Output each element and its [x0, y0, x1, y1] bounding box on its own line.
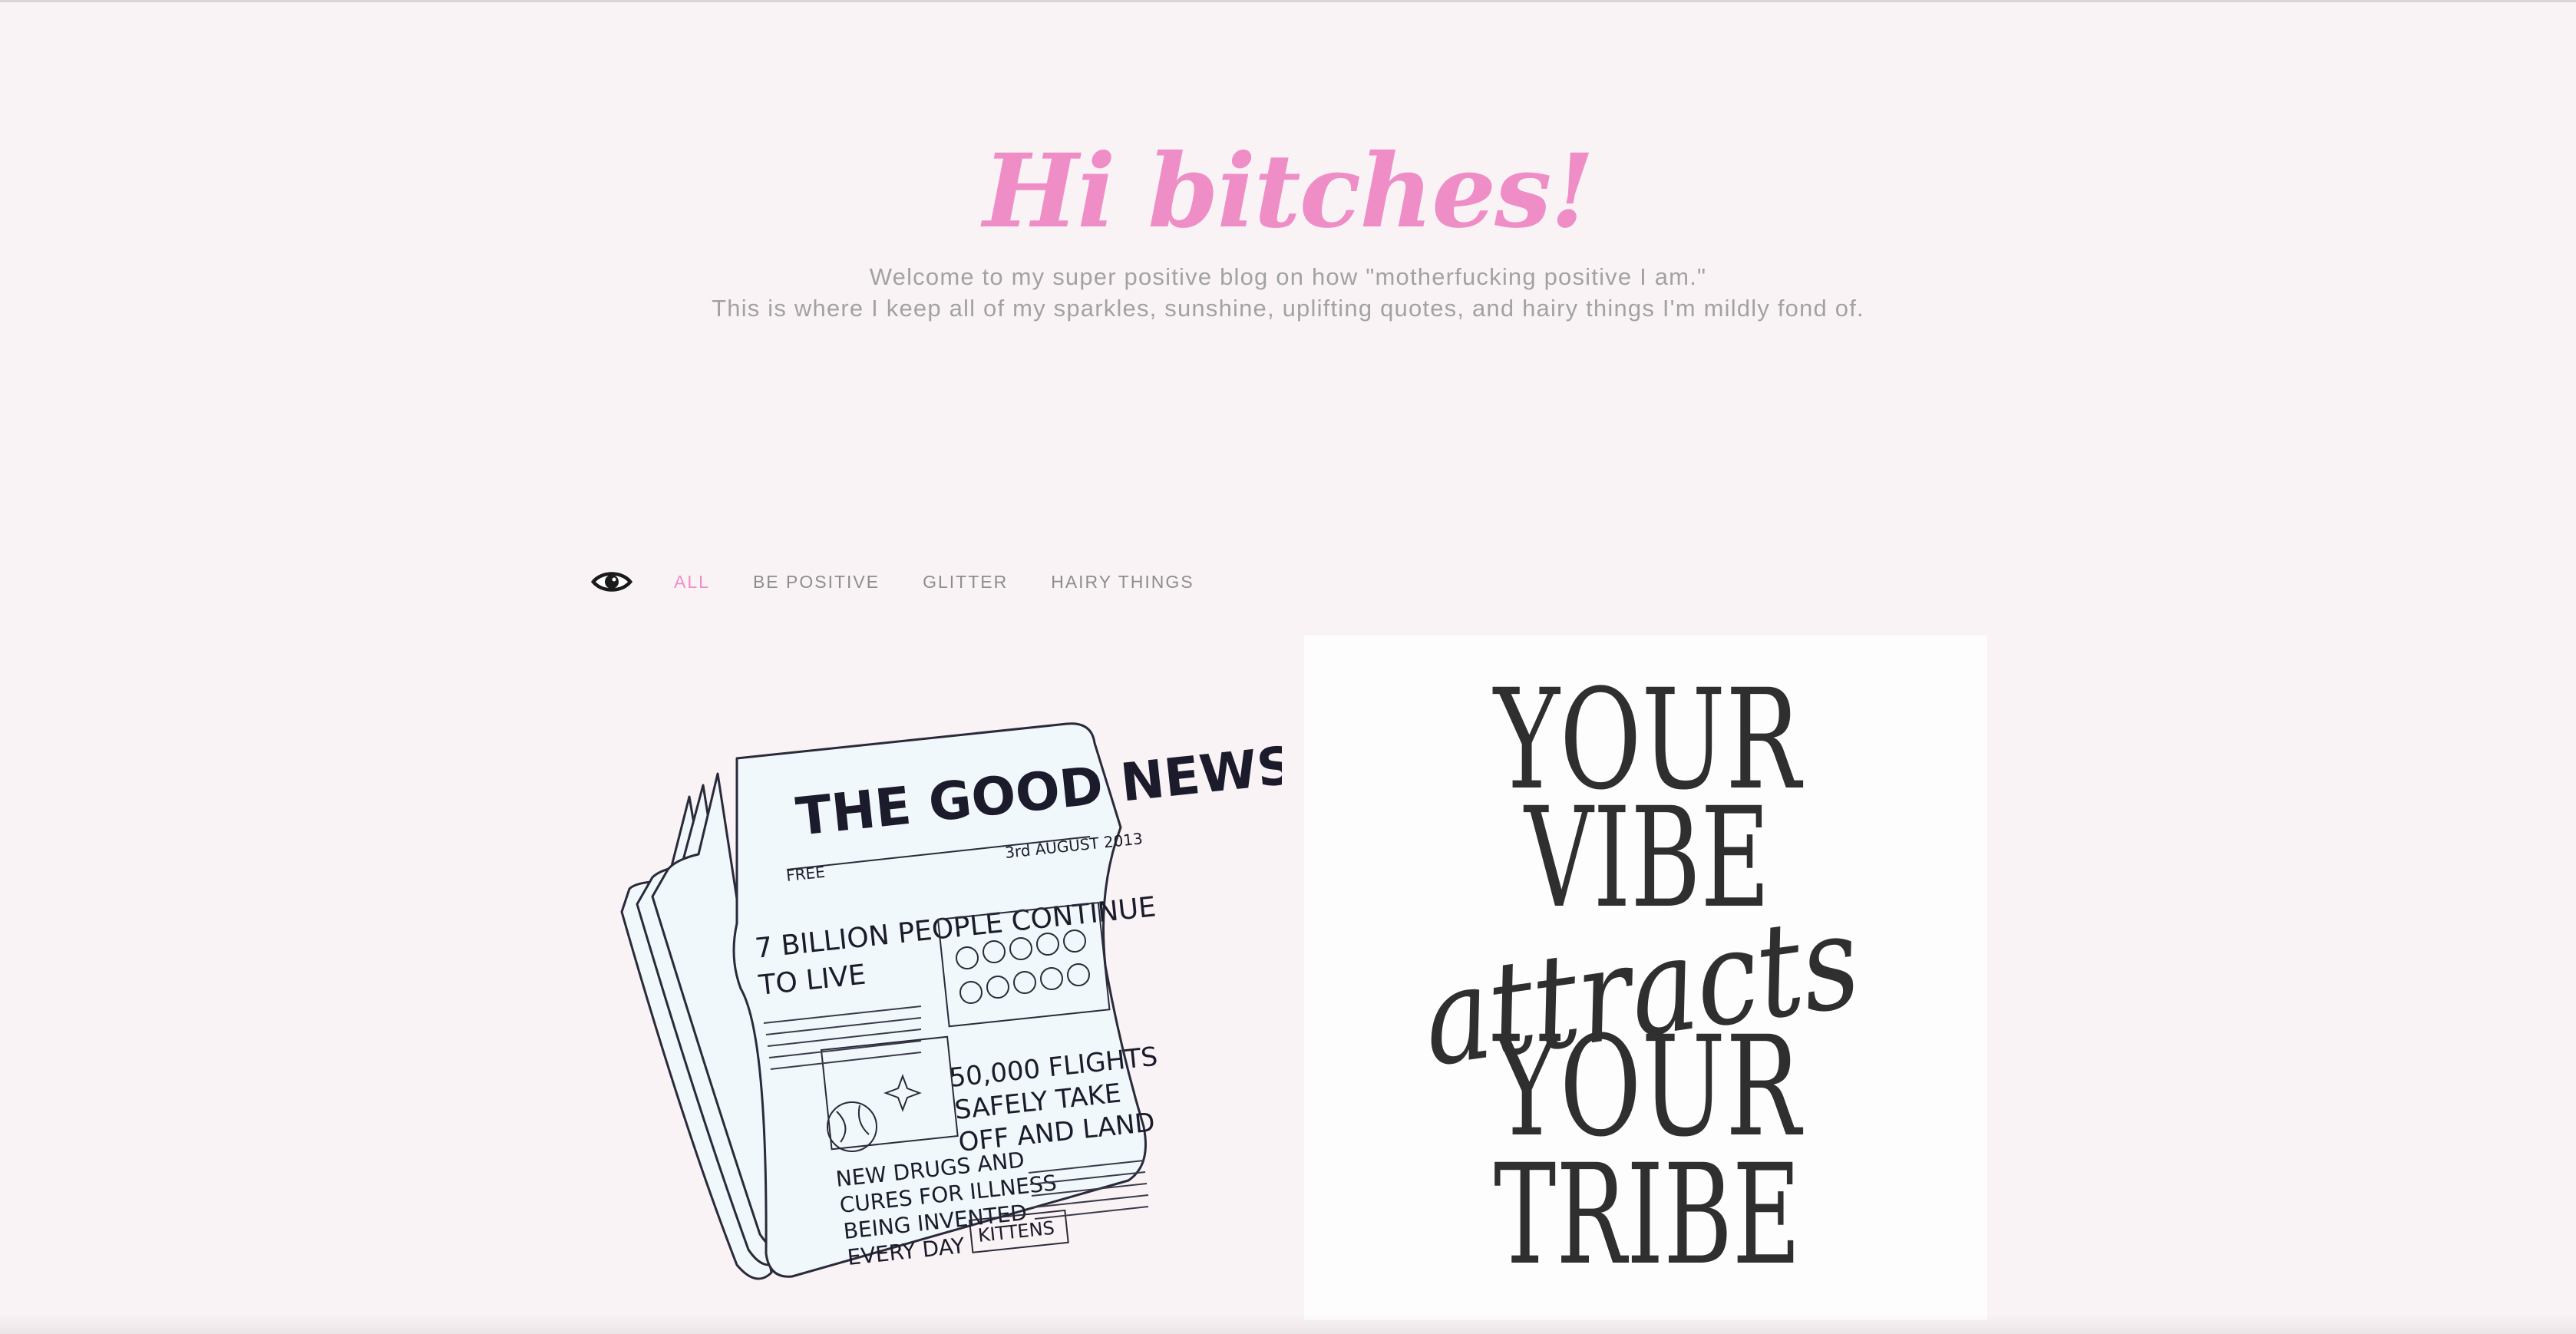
post-good-news[interactable]: THE GOOD NEWS FREE 3rd AUGUST 2013 7 BIL…	[591, 636, 1298, 1326]
tagline-line-1: Welcome to my super positive blog on how…	[869, 263, 1707, 290]
site-title[interactable]: Hi bitches!	[0, 130, 2576, 253]
filter-be-positive[interactable]: BE POSITIVE	[753, 572, 880, 593]
newspaper-illustration: THE GOOD NEWS FREE 3rd AUGUST 2013 7 BIL…	[620, 722, 1298, 1280]
eye-icon[interactable]	[590, 566, 634, 597]
quote-artwork: YOUR VIBE YOUR TRIBE attracts	[1414, 660, 1868, 1296]
category-filter-bar: ALL BE POSITIVE GLITTER HAIRY THINGS	[590, 563, 1194, 601]
filter-all[interactable]: ALL	[674, 572, 710, 593]
quote-line-5: TRIBE	[1494, 1135, 1801, 1296]
tagline-line-2: This is where I keep all of my sparkles,…	[712, 295, 1864, 322]
site-tagline: Welcome to my super positive blog on how…	[0, 261, 2576, 324]
post-vibe-quote[interactable]: YOUR VIBE YOUR TRIBE attracts	[1304, 636, 1987, 1320]
top-border	[0, 0, 2576, 2]
filter-hairy-things[interactable]: HAIRY THINGS	[1051, 572, 1194, 593]
filter-glitter[interactable]: GLITTER	[923, 572, 1008, 593]
site-header: Hi bitches! Welcome to my super positive…	[0, 130, 2576, 324]
bottom-shadow	[0, 1314, 2576, 1334]
